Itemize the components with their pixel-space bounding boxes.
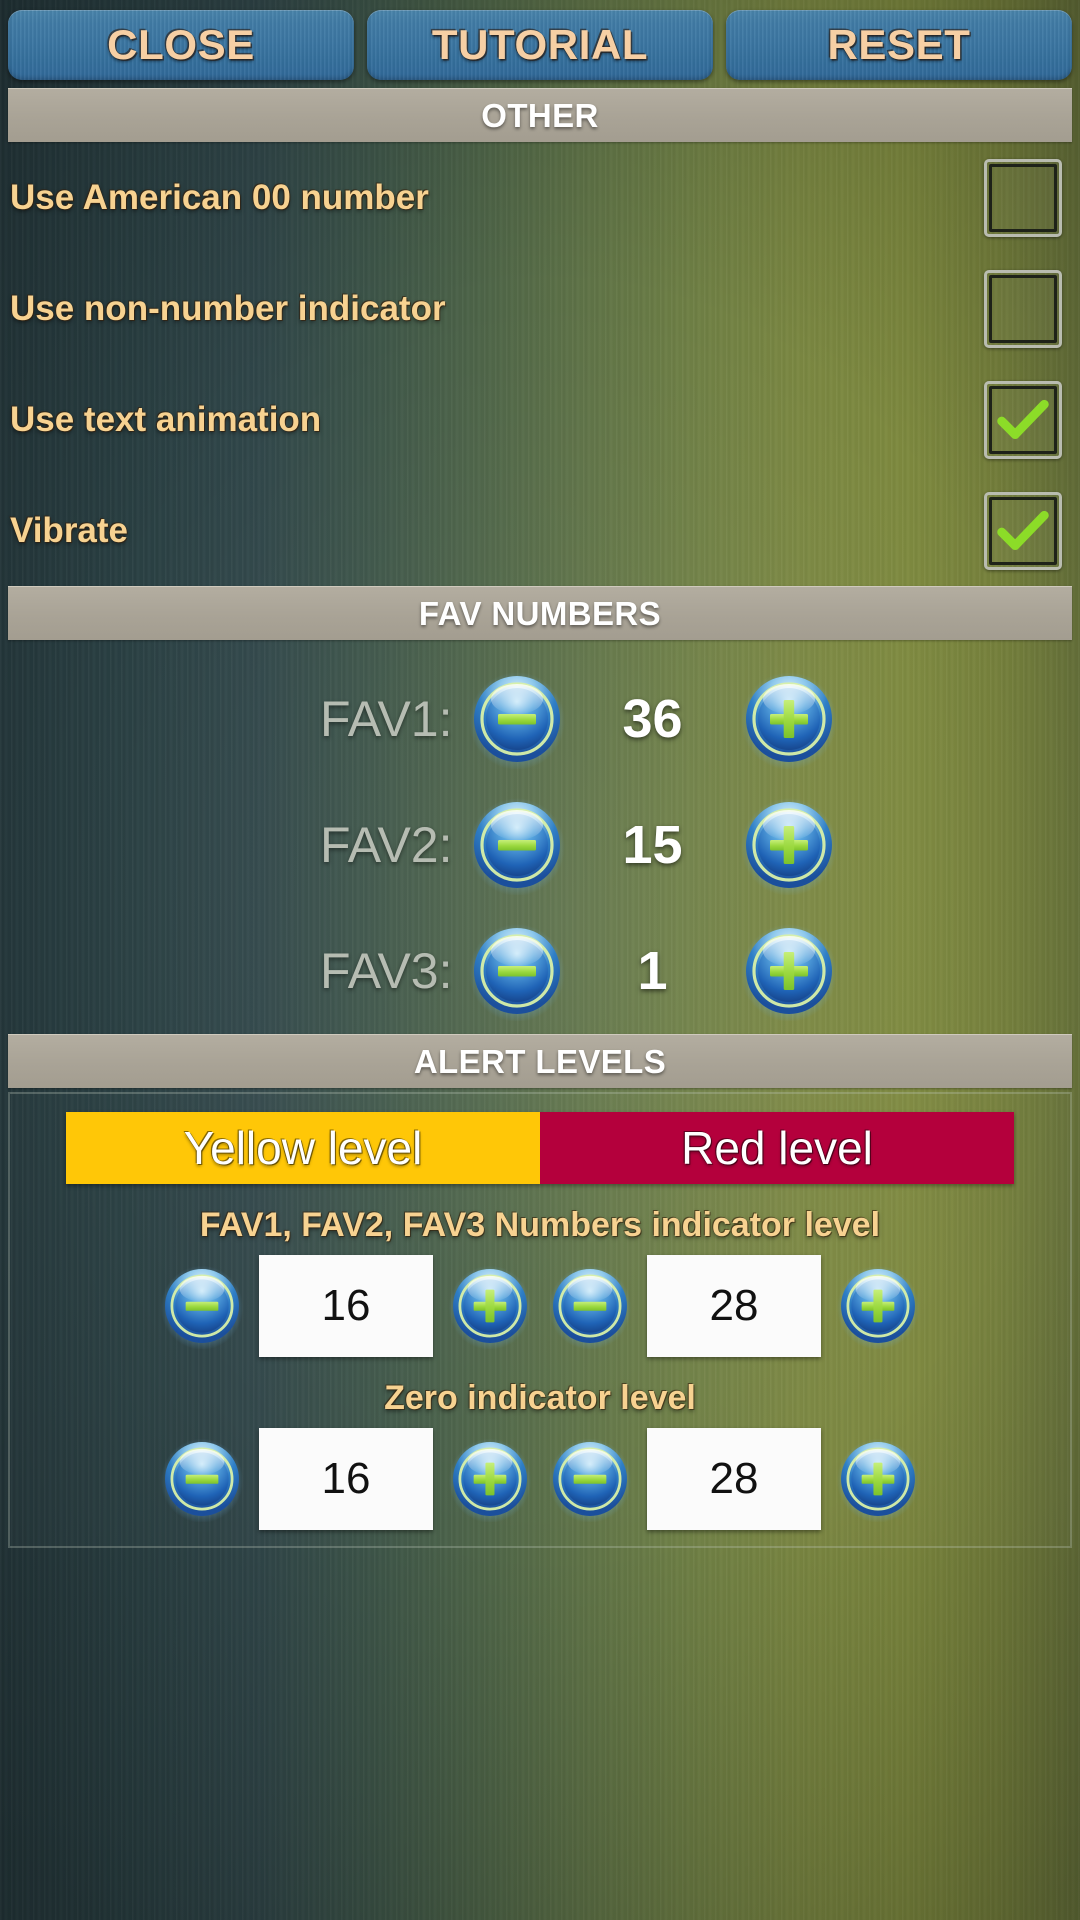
fav2-increment-button[interactable] <box>739 795 839 895</box>
option-label: Use non-number indicator <box>10 288 446 328</box>
top-button-bar: CLOSE TUTORIAL RESET <box>0 0 1080 88</box>
minus-icon <box>547 1436 633 1522</box>
plus-icon <box>739 795 839 895</box>
fav-row-3: FAV3: 1 <box>0 908 1080 1034</box>
fav-yellow-level-input[interactable]: 16 <box>259 1255 433 1357</box>
fav2-label: FAV2: <box>320 817 453 873</box>
minus-icon <box>467 669 567 769</box>
zero-yellow-decrement-button[interactable] <box>159 1436 245 1522</box>
red-level-header: Red level <box>540 1112 1014 1184</box>
fav1-label: FAV1: <box>320 691 453 747</box>
checkbox-use-non-number-indicator[interactable] <box>984 269 1062 348</box>
checkbox-inner <box>989 163 1057 232</box>
zero-yellow-level-input[interactable]: 16 <box>259 1428 433 1530</box>
section-header-other-label: OTHER <box>481 96 599 134</box>
option-label: Use text animation <box>10 399 322 439</box>
yellow-level-label: Yellow level <box>183 1122 423 1174</box>
fav-yellow-increment-button[interactable] <box>447 1263 533 1349</box>
fav-row-1: FAV1: 36 <box>0 656 1080 782</box>
checkbox-inner <box>989 496 1057 565</box>
section-header-fav-numbers: FAV NUMBERS <box>8 586 1072 640</box>
yellow-level-header: Yellow level <box>66 1112 540 1184</box>
alert-level-legend: Yellow level Red level <box>66 1112 1014 1184</box>
option-label: Use American 00 number <box>10 177 429 217</box>
close-button-label: CLOSE <box>107 21 255 68</box>
reset-button[interactable]: RESET <box>726 10 1072 80</box>
plus-icon <box>739 921 839 1021</box>
plus-icon <box>835 1263 921 1349</box>
plus-icon <box>835 1436 921 1522</box>
zero-red-decrement-button[interactable] <box>547 1436 633 1522</box>
checkbox-use-american-00-number[interactable] <box>984 158 1062 237</box>
reset-button-label: RESET <box>827 21 971 68</box>
fav3-label: FAV3: <box>320 943 453 999</box>
fav2-value: 15 <box>622 815 683 875</box>
fav3-decrement-button[interactable] <box>467 921 567 1021</box>
fav2-decrement-button[interactable] <box>467 795 567 895</box>
check-icon <box>995 503 1051 559</box>
fav-numbers-list: FAV1: 36 FAV2: 15 FAV3: 1 <box>0 640 1080 1034</box>
close-button[interactable]: CLOSE <box>8 10 354 80</box>
option-row-use-non-number-indicator[interactable]: Use non-number indicator <box>0 253 1080 364</box>
tutorial-button-label: TUTORIAL <box>431 21 649 68</box>
checkbox-inner <box>989 385 1057 454</box>
plus-icon <box>447 1436 533 1522</box>
other-options-list: Use American 00 number Use non-number in… <box>0 142 1080 586</box>
tutorial-button[interactable]: TUTORIAL <box>367 10 713 80</box>
minus-icon <box>159 1436 245 1522</box>
alert-levels-panel: Yellow level Red level FAV1, FAV2, FAV3 … <box>8 1092 1072 1548</box>
fav-yellow-decrement-button[interactable] <box>159 1263 245 1349</box>
option-row-vibrate[interactable]: Vibrate <box>0 475 1080 586</box>
fav1-decrement-button[interactable] <box>467 669 567 769</box>
minus-icon <box>467 921 567 1021</box>
fav-red-level-input[interactable]: 28 <box>647 1255 821 1357</box>
zero-red-level-input[interactable]: 28 <box>647 1428 821 1530</box>
zero-indicator-level-row: 16 28 <box>10 1428 1070 1530</box>
section-header-other: OTHER <box>8 88 1072 142</box>
check-icon <box>995 392 1051 448</box>
fav-numbers-indicator-level-row: 16 28 <box>10 1255 1070 1357</box>
plus-icon <box>739 669 839 769</box>
option-row-use-american-00-number[interactable]: Use American 00 number <box>0 142 1080 253</box>
zero-yellow-increment-button[interactable] <box>447 1436 533 1522</box>
section-header-alert-levels: ALERT LEVELS <box>8 1034 1072 1088</box>
section-header-fav-numbers-label: FAV NUMBERS <box>418 594 662 632</box>
minus-icon <box>159 1263 245 1349</box>
zero-indicator-level-label: Zero indicator level <box>384 1379 696 1417</box>
fav1-increment-button[interactable] <box>739 669 839 769</box>
plus-icon <box>447 1263 533 1349</box>
minus-icon <box>547 1263 633 1349</box>
fav-red-decrement-button[interactable] <box>547 1263 633 1349</box>
zero-red-increment-button[interactable] <box>835 1436 921 1522</box>
fav3-value: 1 <box>637 941 668 1001</box>
fav-red-increment-button[interactable] <box>835 1263 921 1349</box>
minus-icon <box>467 795 567 895</box>
option-row-use-text-animation[interactable]: Use text animation <box>0 364 1080 475</box>
section-header-alert-levels-label: ALERT LEVELS <box>413 1042 667 1080</box>
checkbox-inner <box>989 274 1057 343</box>
fav3-increment-button[interactable] <box>739 921 839 1021</box>
option-label: Vibrate <box>10 510 129 550</box>
fav-numbers-indicator-level-label: FAV1, FAV2, FAV3 Numbers indicator level <box>199 1206 881 1244</box>
fav-row-2: FAV2: 15 <box>0 782 1080 908</box>
checkbox-use-text-animation[interactable] <box>984 380 1062 459</box>
red-level-label: Red level <box>681 1122 873 1174</box>
fav1-value: 36 <box>622 689 683 749</box>
checkbox-vibrate[interactable] <box>984 491 1062 570</box>
